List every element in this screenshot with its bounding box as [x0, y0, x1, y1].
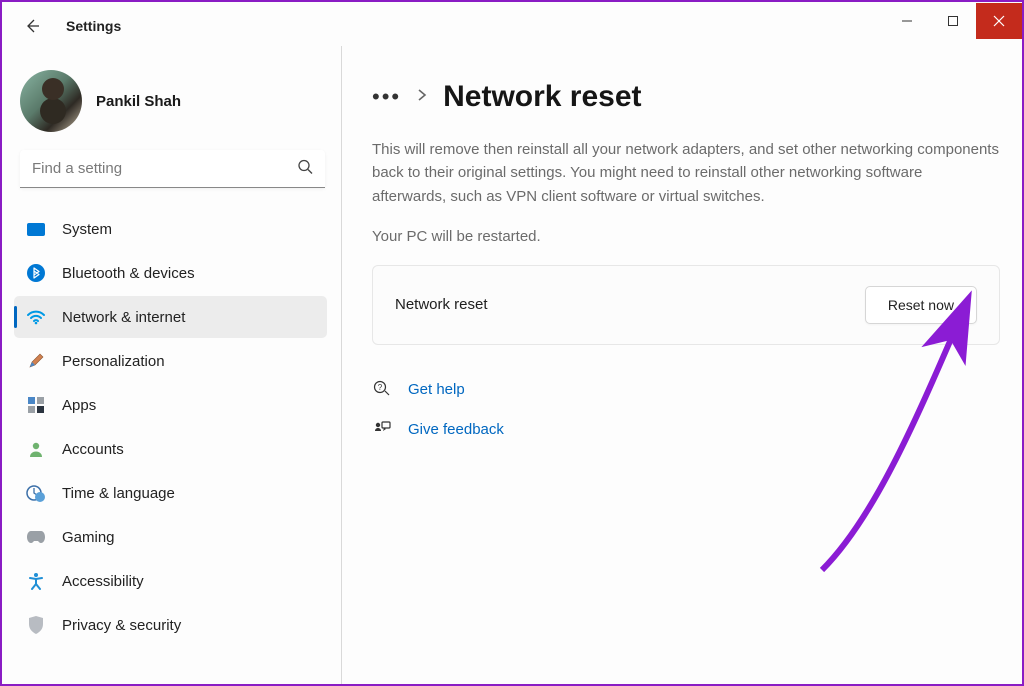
link-label: Give feedback — [408, 421, 504, 438]
titlebar — [2, 2, 1022, 40]
sidebar-item-network[interactable]: Network & internet — [14, 296, 327, 338]
sidebar-item-privacy[interactable]: Privacy & security — [14, 604, 327, 646]
sidebar-item-label: Accessibility — [62, 573, 144, 590]
get-help-link[interactable]: ? Get help — [372, 379, 1000, 401]
sidebar-item-personalization[interactable]: Personalization — [14, 340, 327, 382]
profile[interactable]: Pankil Shah — [14, 64, 331, 150]
apps-icon — [26, 395, 46, 415]
paintbrush-icon — [26, 351, 46, 371]
user-name: Pankil Shah — [96, 93, 181, 110]
sidebar-item-accounts[interactable]: Accounts — [14, 428, 327, 470]
give-feedback-link[interactable]: Give feedback — [372, 419, 1000, 441]
page-title: Network reset — [443, 80, 641, 114]
restart-note: Your PC will be restarted. — [372, 228, 1000, 245]
search-box[interactable] — [20, 150, 325, 188]
page-description: This will remove then reinstall all your… — [372, 138, 1000, 208]
person-icon — [26, 439, 46, 459]
shield-icon — [26, 615, 46, 635]
sidebar-item-gaming[interactable]: Gaming — [14, 516, 327, 558]
sidebar: Pankil Shah System Bluetooth & devices — [2, 46, 342, 684]
sidebar-item-apps[interactable]: Apps — [14, 384, 327, 426]
breadcrumb: ••• Network reset — [372, 80, 1000, 114]
close-button[interactable] — [976, 3, 1022, 39]
gamepad-icon — [26, 527, 46, 547]
help-icon: ? — [372, 379, 392, 401]
bluetooth-icon — [26, 263, 46, 283]
network-reset-card: Network reset Reset now — [372, 265, 1000, 345]
sidebar-item-label: Apps — [62, 397, 96, 414]
reset-now-button[interactable]: Reset now — [865, 286, 977, 324]
settings-window: Settings Pankil Shah System — [0, 0, 1024, 686]
sidebar-item-label: Privacy & security — [62, 617, 181, 634]
chevron-right-icon — [417, 88, 427, 107]
search-input[interactable] — [20, 150, 325, 188]
sidebar-item-bluetooth[interactable]: Bluetooth & devices — [14, 252, 327, 294]
sidebar-item-label: Bluetooth & devices — [62, 265, 195, 282]
footer-links: ? Get help Give feedback — [372, 379, 1000, 441]
sidebar-item-label: Accounts — [62, 441, 124, 458]
main-content: ••• Network reset This will remove then … — [342, 40, 1022, 684]
sidebar-item-label: Time & language — [62, 485, 175, 502]
svg-text:?: ? — [378, 383, 383, 392]
sidebar-item-system[interactable]: System — [14, 208, 327, 250]
header: Settings — [22, 16, 121, 36]
sidebar-item-time-language[interactable]: Time & language — [14, 472, 327, 514]
avatar — [20, 70, 82, 132]
nav-list: System Bluetooth & devices Network & int… — [14, 208, 331, 646]
sidebar-item-label: Personalization — [62, 353, 165, 370]
window-controls — [884, 3, 1022, 39]
body: Pankil Shah System Bluetooth & devices — [2, 40, 1022, 684]
app-title: Settings — [66, 18, 121, 34]
search-icon — [297, 159, 313, 180]
breadcrumb-overflow-icon[interactable]: ••• — [372, 86, 401, 108]
sidebar-item-label: Gaming — [62, 529, 115, 546]
sidebar-item-accessibility[interactable]: Accessibility — [14, 560, 327, 602]
clock-globe-icon — [26, 483, 46, 503]
link-label: Get help — [408, 381, 465, 398]
minimize-button[interactable] — [884, 3, 930, 39]
back-button[interactable] — [22, 16, 42, 36]
display-icon — [26, 219, 46, 239]
maximize-button[interactable] — [930, 3, 976, 39]
feedback-icon — [372, 419, 392, 441]
accessibility-icon — [26, 571, 46, 591]
card-label: Network reset — [395, 296, 488, 313]
wifi-icon — [26, 307, 46, 327]
sidebar-item-label: Network & internet — [62, 309, 185, 326]
sidebar-item-label: System — [62, 221, 112, 238]
